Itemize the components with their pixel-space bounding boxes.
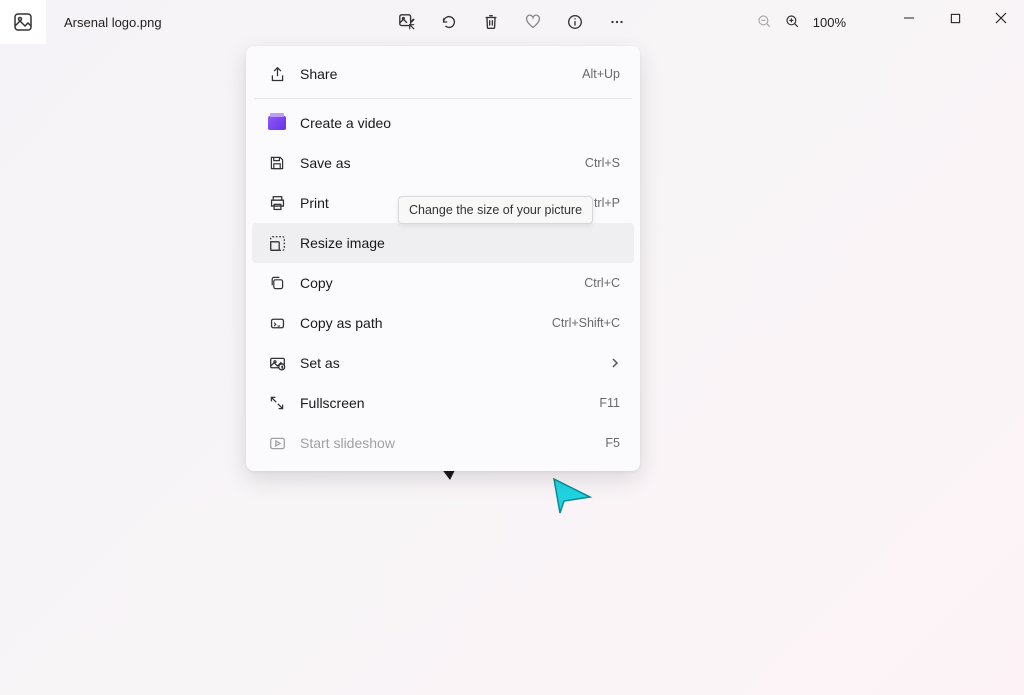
zoom-level-label[interactable]: 100% xyxy=(813,15,846,30)
menu-label: Copy as path xyxy=(300,315,552,331)
copy-path-icon xyxy=(266,313,288,333)
zoom-group: 100% xyxy=(757,14,846,30)
clipchamp-icon xyxy=(266,113,288,133)
close-button[interactable] xyxy=(978,0,1024,36)
minimize-button[interactable] xyxy=(886,0,932,36)
more-context-menu: Share Alt+Up Create a video Save as Ctrl… xyxy=(246,46,640,471)
menu-separator xyxy=(254,98,632,99)
menu-label: Resize image xyxy=(300,235,620,251)
menu-shortcut: F5 xyxy=(605,436,620,450)
menu-shortcut: Alt+Up xyxy=(582,67,620,81)
menu-label: Create a video xyxy=(300,115,620,131)
maximize-button[interactable] xyxy=(932,0,978,36)
more-button[interactable] xyxy=(605,10,629,34)
zoom-in-button[interactable] xyxy=(785,14,801,30)
cursor-icon xyxy=(550,475,598,515)
titlebar: Arsenal logo.png xyxy=(0,0,1024,44)
zoom-out-button[interactable] xyxy=(757,14,773,30)
favorite-button[interactable] xyxy=(521,10,545,34)
menu-item-create-video[interactable]: Create a video xyxy=(252,103,634,143)
edit-image-button[interactable] xyxy=(395,10,419,34)
menu-label: Fullscreen xyxy=(300,395,599,411)
slideshow-icon xyxy=(266,433,288,453)
menu-label: Set as xyxy=(300,355,610,371)
resize-tooltip: Change the size of your picture xyxy=(398,196,593,224)
info-button[interactable] xyxy=(563,10,587,34)
menu-item-fullscreen[interactable]: Fullscreen F11 xyxy=(252,383,634,423)
menu-shortcut: Ctrl+Shift+C xyxy=(552,316,620,330)
toolbar-center xyxy=(395,10,629,34)
rotate-button[interactable] xyxy=(437,10,461,34)
menu-shortcut: F11 xyxy=(599,396,620,410)
resize-icon xyxy=(266,233,288,253)
menu-item-copy[interactable]: Copy Ctrl+C xyxy=(252,263,634,303)
fullscreen-icon xyxy=(266,393,288,413)
menu-item-copy-path[interactable]: Copy as path Ctrl+Shift+C xyxy=(252,303,634,343)
chevron-right-icon xyxy=(610,358,620,368)
save-icon xyxy=(266,153,288,173)
menu-shortcut: Ctrl+S xyxy=(585,156,620,170)
menu-item-set-as[interactable]: Set as xyxy=(252,343,634,383)
window-controls xyxy=(886,0,1024,44)
copy-icon xyxy=(266,273,288,293)
menu-item-resize[interactable]: Resize image xyxy=(252,223,634,263)
menu-label: Share xyxy=(300,66,582,82)
menu-label: Start slideshow xyxy=(300,435,605,451)
menu-shortcut: Ctrl+C xyxy=(584,276,620,290)
filename-label: Arsenal logo.png xyxy=(64,15,162,30)
share-icon xyxy=(266,64,288,84)
print-icon xyxy=(266,193,288,213)
menu-item-slideshow: Start slideshow F5 xyxy=(252,423,634,463)
set-as-icon xyxy=(266,353,288,373)
menu-item-save-as[interactable]: Save as Ctrl+S xyxy=(252,143,634,183)
menu-label: Save as xyxy=(300,155,585,171)
toolbar-right: 100% xyxy=(757,0,1024,44)
app-icon xyxy=(0,0,46,44)
menu-label: Copy xyxy=(300,275,584,291)
delete-button[interactable] xyxy=(479,10,503,34)
menu-item-share[interactable]: Share Alt+Up xyxy=(252,54,634,94)
